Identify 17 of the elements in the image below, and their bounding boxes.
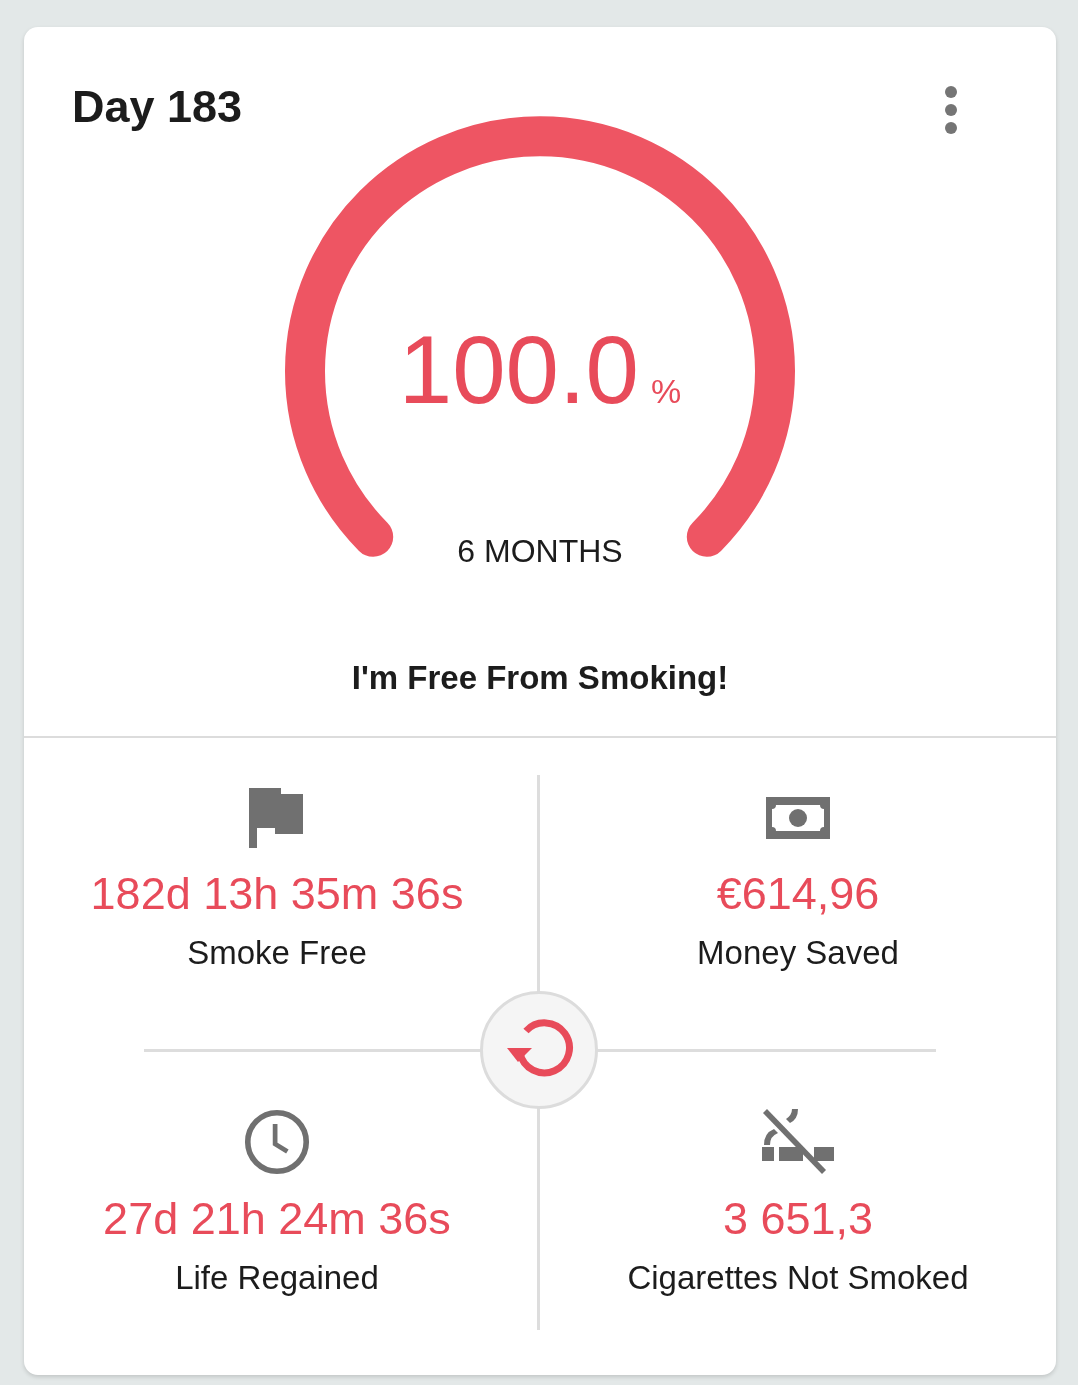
status-message: I'm Free From Smoking! <box>350 658 730 697</box>
day-title: Day 183 <box>71 80 244 133</box>
milestone-caption: 6 MONTHS <box>456 533 624 570</box>
stat-label: Smoke Free <box>187 934 367 972</box>
stat-value: 182d 13h 35m 36s <box>90 867 464 921</box>
stat-label: Money Saved <box>697 934 899 972</box>
more-menu-icon[interactable] <box>944 85 958 135</box>
clock-icon <box>242 1109 312 1175</box>
flag-icon <box>249 788 305 848</box>
stat-value: 27d 21h 24m 36s <box>103 1192 451 1246</box>
no-smoking-icon <box>762 1109 834 1175</box>
stat-value: 3 651,3 <box>722 1192 874 1246</box>
stat-value: €614,96 <box>716 867 880 921</box>
stat-label: Cigarettes Not Smoked <box>627 1259 969 1297</box>
percent-value: 100.0 <box>398 315 639 425</box>
percent-sign: % <box>651 372 682 411</box>
stat-label: Life Regained <box>175 1259 379 1297</box>
